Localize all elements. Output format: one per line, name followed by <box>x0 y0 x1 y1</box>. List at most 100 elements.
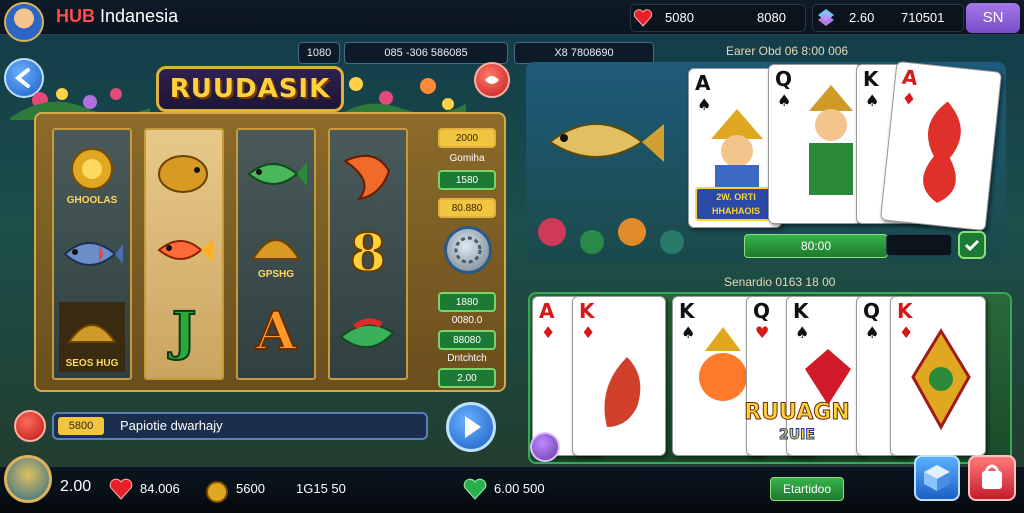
coins-value: 5600 <box>236 481 265 496</box>
bottom-card-5-suit: ♠ <box>795 323 810 342</box>
reel-symbol-gold-pufferfish <box>150 138 218 210</box>
top-action-bar[interactable]: 80:00 <box>744 234 888 258</box>
gem-stack-icon <box>818 9 834 26</box>
fish-emblem-icon <box>485 76 499 84</box>
top-card-2-rank: Q <box>775 67 793 91</box>
side-label-7: 88080 <box>438 330 496 350</box>
input-text: Papiotie dwarhajy <box>120 418 223 433</box>
gems-balance-pill: 2.60 710501 <box>812 4 964 32</box>
card-logo-badge: 2W. ORTI HHAHAOIS <box>695 187 777 221</box>
bottom-card-4-rank: Q <box>753 299 771 323</box>
princess-art-icon <box>711 109 763 189</box>
bottom-card-7-rank: K <box>897 299 913 323</box>
side-label-5: 1880 <box>438 292 496 312</box>
bottom-card-1-suit: ♦ <box>541 323 556 342</box>
blue-fish-icon <box>63 242 123 266</box>
reel-symbol-green-red-fish <box>334 300 402 372</box>
bottom-card-5-rank: K <box>793 299 809 323</box>
hearts-balance-pill: 5080 8080 <box>630 4 806 32</box>
side-label-3: 1580 <box>438 170 496 190</box>
bottom-logo: RUUAGN 2UIE <box>740 400 854 456</box>
bottom-card-3-rank: K <box>679 299 695 323</box>
top-action-bar-track <box>886 234 952 256</box>
reel-symbol-golden-shell: SEOS HUG <box>58 300 126 374</box>
golden-shell-text: SEOS HUG <box>66 358 119 369</box>
golden-shell-icon: SEOS HUG <box>59 302 125 372</box>
fish-avatar-button[interactable] <box>4 455 52 503</box>
game-logo-title: RUUDASIK <box>156 66 344 112</box>
side-label-2: Gomiha <box>449 153 485 164</box>
bottom-table-label: Senardio 0163 18 00 <box>724 275 836 289</box>
hearts-value-b: 8080 <box>757 10 786 25</box>
reel-4: 8 <box>328 128 408 380</box>
player-avatar[interactable] <box>4 2 44 42</box>
bottom-card-6-suit: ♠ <box>865 323 880 342</box>
bottom-card-7[interactable]: K ♦ <box>890 296 986 456</box>
green-heart-icon <box>463 478 487 500</box>
reel-symbol-koi <box>334 138 402 210</box>
top-card-4-rank: A <box>900 64 919 91</box>
bottom-card-1-rank: A <box>539 299 555 323</box>
bottom-bar: 2.00 84.006 5600 1G15 50 6.00 500 Etarti… <box>0 455 1024 513</box>
side-label-1: 2000 <box>438 128 496 148</box>
reel-1: GHOOLAS SEOS HUG <box>52 128 132 380</box>
reel-symbol-green-fish <box>242 138 310 210</box>
gold-fish-icon <box>158 155 208 193</box>
start-button[interactable]: Etartidoo <box>770 477 844 501</box>
top-card-3-rank: K <box>863 67 879 91</box>
red-fish-icon <box>157 240 213 262</box>
golden-snail-icon: GHOOLAS <box>67 148 118 206</box>
gems-value: 6.00 500 <box>494 481 545 496</box>
brand-title: HUB Indanesia <box>56 6 178 27</box>
input-tag: 5800 <box>58 417 104 435</box>
koi-fish-icon <box>342 154 391 201</box>
golden-snail-text: GHOOLAS <box>67 195 118 206</box>
shop-button[interactable] <box>968 455 1016 501</box>
coins-secondary-value: 1G15 50 <box>296 481 346 496</box>
play-button[interactable] <box>446 402 496 452</box>
red-dragon-art-icon <box>923 101 961 203</box>
reel-letter-a: A <box>255 301 297 362</box>
cube-icon <box>924 465 950 491</box>
info-pill-small: 1080 <box>298 42 340 64</box>
gold-shell-text: GPSHG <box>258 269 294 280</box>
bottom-logo-line1: RUUAGN <box>744 400 851 426</box>
ruby-art-icon <box>805 349 851 405</box>
heart-icon <box>109 478 133 500</box>
reel-symbol-blue-fish <box>58 218 126 290</box>
reel-2: J <box>144 128 224 380</box>
reel-letter-j: J <box>171 301 198 362</box>
dial-icon <box>454 236 482 264</box>
gold-shell-icon: GPSHG <box>251 239 301 280</box>
side-label-6: 0080.0 <box>451 315 483 326</box>
green-fish-icon <box>247 162 307 186</box>
reel-number-8: 8 <box>349 223 387 284</box>
brand-name: Indanesia <box>100 6 179 26</box>
side-label-9: 2.00 <box>438 368 496 388</box>
jester-art-icon <box>911 328 971 431</box>
red-bomb-button[interactable] <box>14 410 46 442</box>
gems-value-a: 2.60 <box>849 10 875 25</box>
bottom-card-4-suit: ♥ <box>755 323 770 342</box>
inventory-button[interactable] <box>914 455 960 501</box>
hearts-value-a: 5080 <box>665 10 694 25</box>
coin-bag-icon <box>206 481 228 503</box>
side-label-4: 80.880 <box>438 198 496 218</box>
spin-dial-button[interactable] <box>444 226 492 274</box>
confirm-button[interactable] <box>958 231 986 259</box>
top-card-4[interactable]: A ♦ <box>879 60 1003 232</box>
bottom-card-2[interactable]: K ♦ <box>572 296 666 456</box>
lobster-art-icon <box>604 357 641 427</box>
side-label-8: Dntchtch <box>447 353 487 364</box>
reel-symbol-golden-snail: GHOOLAS <box>58 138 126 210</box>
reel-symbol-gold-shell: GPSHG <box>242 214 310 286</box>
top-card-2-suit: ♠ <box>777 91 792 110</box>
purple-chip-button[interactable] <box>530 432 560 462</box>
top-card-2[interactable]: Q ♠ <box>768 64 862 224</box>
message-input[interactable]: 5800 Papiotie dwarhajy <box>52 412 428 440</box>
right-flowers-decoration <box>336 77 466 120</box>
red-menu-button[interactable] <box>474 62 510 98</box>
sn-button[interactable]: SN <box>966 3 1020 33</box>
reel-symbol-red-fish <box>150 214 218 286</box>
heart-icon <box>633 9 653 27</box>
